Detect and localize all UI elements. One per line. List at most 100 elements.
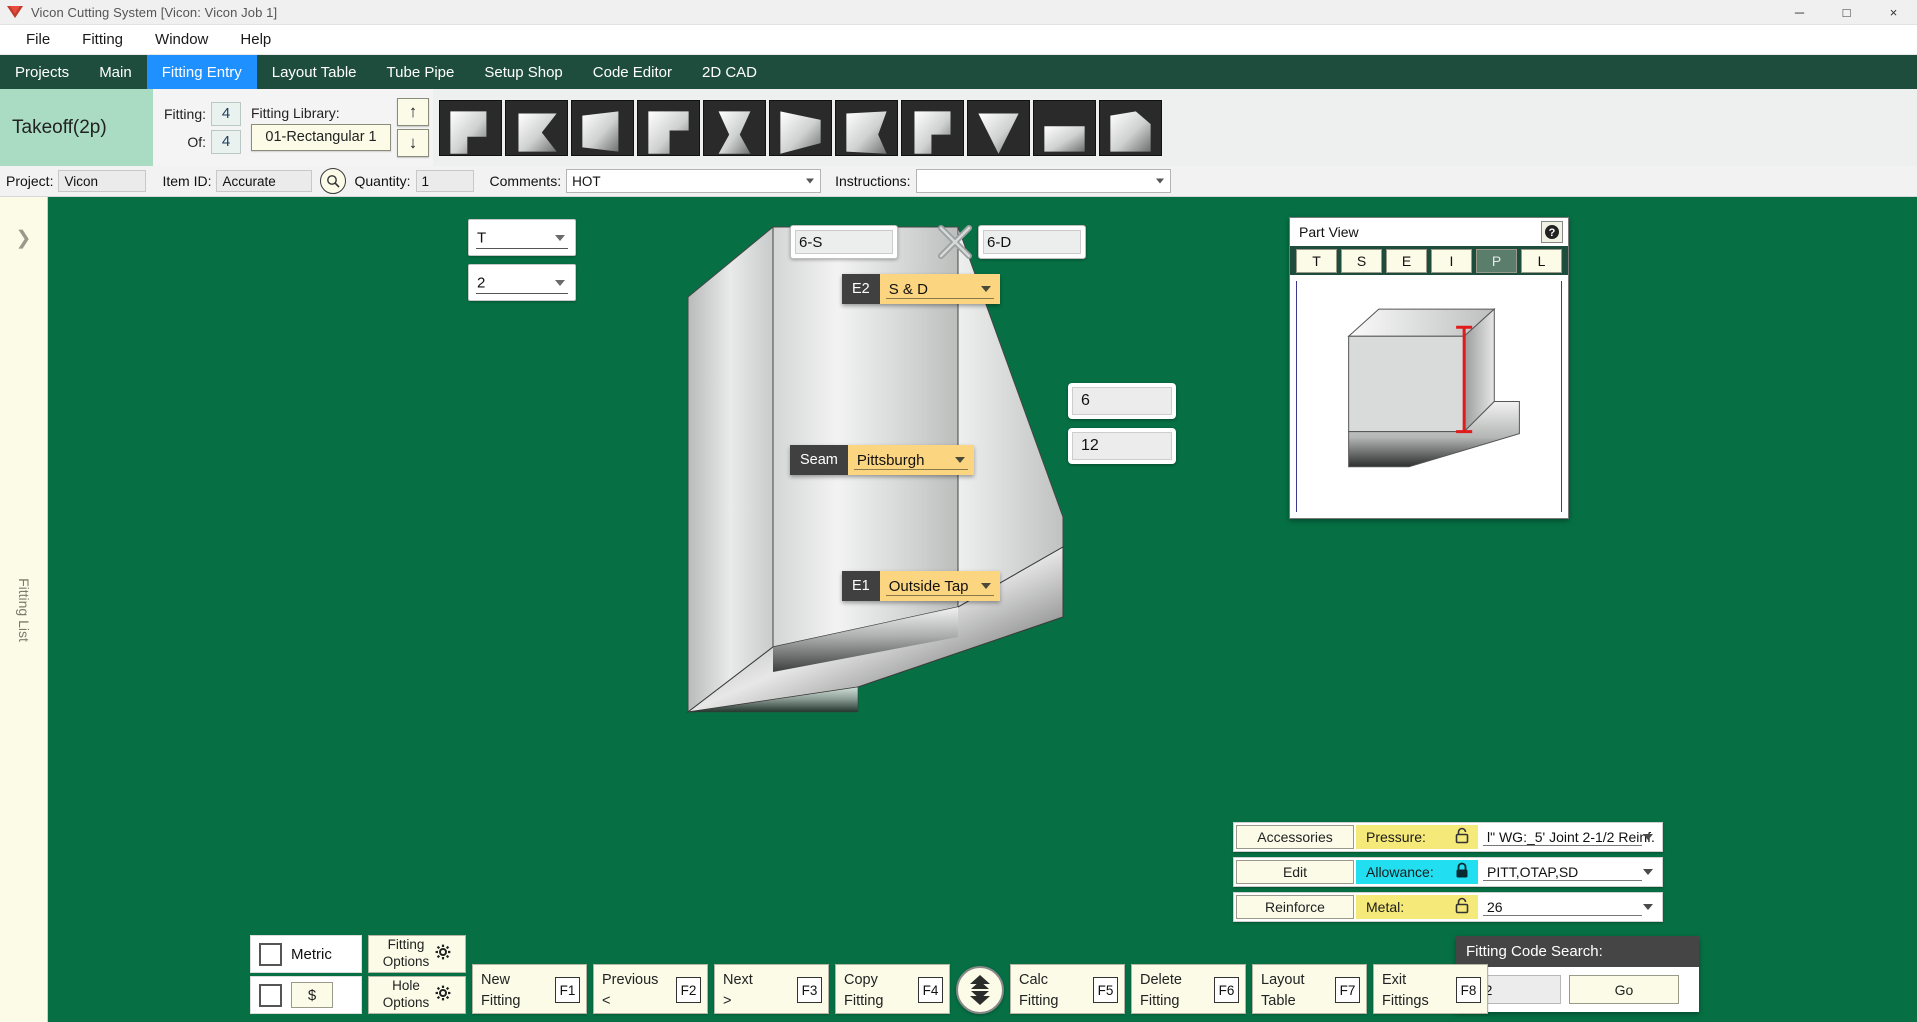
fitting-thumbnail-6[interactable] (769, 100, 832, 156)
lock-open-icon[interactable] (1455, 828, 1469, 847)
part-view-tab-i[interactable]: I (1431, 249, 1472, 273)
metric-checkbox[interactable] (259, 943, 282, 966)
nav-projects[interactable]: Projects (0, 55, 84, 89)
option-button-1[interactable]: Edit (1236, 860, 1354, 884)
fitting-thumbnail-9[interactable] (967, 100, 1030, 156)
nav-code-editor[interactable]: Code Editor (578, 55, 687, 89)
function-button-f5[interactable]: CalcFittingF5 (1010, 964, 1125, 1014)
part-view-tab-e[interactable]: E (1386, 249, 1427, 273)
fitting-thumbnail-7[interactable] (835, 100, 898, 156)
part-view-tab-t[interactable]: T (1296, 249, 1337, 273)
minimize-button[interactable]: ─ (1776, 0, 1823, 25)
fbtn-line1-6: Layout (1261, 972, 1305, 988)
dimension-a-field[interactable]: 6 (1068, 383, 1176, 419)
gear-icon[interactable] (435, 985, 451, 1006)
library-down-arrow-icon[interactable]: ↓ (397, 129, 429, 157)
fitting-of-value[interactable]: 4 (211, 130, 241, 154)
close-button[interactable]: × (1870, 0, 1917, 25)
fitting-library-value[interactable]: 01-Rectangular 1 (251, 124, 391, 151)
gear-icon[interactable] (435, 944, 451, 965)
nav-main[interactable]: Main (84, 55, 147, 89)
function-button-f3[interactable]: Next>F3 (714, 964, 829, 1014)
nav-fitting-entry[interactable]: Fitting Entry (147, 55, 257, 89)
hole-options-button[interactable]: Hole Options (368, 976, 466, 1014)
project-input[interactable]: Vicon (58, 170, 146, 192)
option-underline-1 (1483, 880, 1642, 881)
type-select[interactable]: T (468, 219, 576, 256)
e2-dropdown[interactable]: E2 S & D (842, 274, 1000, 304)
metric-checkbox-row[interactable]: Metric (250, 935, 362, 973)
gauge-select[interactable]: 2 (468, 264, 576, 301)
instructions-select[interactable] (916, 169, 1171, 193)
e1-dropdown[interactable]: E1 Outside Tap (842, 571, 1000, 601)
option-value-2[interactable]: 26 (1480, 893, 1662, 921)
e2-value[interactable]: S & D (880, 274, 1000, 304)
e2-value-text: S & D (889, 281, 928, 298)
nav-tube-pipe[interactable]: Tube Pipe (372, 55, 470, 89)
option-button-0[interactable]: Accessories (1236, 825, 1354, 849)
seam-dropdown[interactable]: Seam Pittsburgh (790, 445, 974, 475)
fitting-thumbnail-10[interactable] (1033, 100, 1096, 156)
expand-sidebar-chevron-icon[interactable]: ❯ (16, 227, 32, 250)
fitting-number-value[interactable]: 4 (211, 102, 241, 126)
fitting-thumbnail-4[interactable] (637, 100, 700, 156)
nav-layout-table[interactable]: Layout Table (257, 55, 372, 89)
type-select-underline (476, 248, 568, 249)
pan-navigate-icon[interactable] (956, 966, 1004, 1014)
seam-value[interactable]: Pittsburgh (848, 445, 974, 475)
metric-label: Metric (291, 946, 332, 963)
lock-closed-icon[interactable] (1455, 863, 1469, 882)
part-view-tab-l[interactable]: L (1521, 249, 1562, 273)
end-d-field[interactable]: 6-D (978, 225, 1086, 259)
fitting-thumbnail-8[interactable] (901, 100, 964, 156)
option-button-2[interactable]: Reinforce (1236, 895, 1354, 919)
option-key-2[interactable]: Metal: (1356, 895, 1478, 919)
currency-button[interactable]: $ (291, 982, 333, 1008)
menu-fitting[interactable]: Fitting (66, 27, 139, 52)
fitting-thumbnail-2[interactable] (505, 100, 568, 156)
menu-file[interactable]: File (10, 27, 66, 52)
function-button-f4[interactable]: CopyFittingF4 (835, 964, 950, 1014)
library-up-arrow-icon[interactable]: ↑ (397, 98, 429, 126)
currency-checkbox[interactable] (259, 984, 282, 1007)
function-button-f8[interactable]: ExitFittingsF8 (1373, 964, 1488, 1014)
part-view-tab-p[interactable]: P (1476, 249, 1517, 273)
fitting-thumbnail-3[interactable] (571, 100, 634, 156)
menu-window[interactable]: Window (139, 27, 224, 52)
option-key-0[interactable]: Pressure: (1356, 825, 1478, 849)
nav-2d-cad[interactable]: 2D CAD (687, 55, 772, 89)
sidebar-label: Fitting List (16, 578, 32, 642)
part-view-tab-s[interactable]: S (1341, 249, 1382, 273)
lock-open-icon[interactable] (1455, 898, 1469, 917)
fitting-code-search-go-button[interactable]: Go (1569, 975, 1679, 1004)
help-icon[interactable]: ? (1541, 221, 1563, 243)
function-buttons-left: NewFittingF1Previous<F2Next>F3CopyFittin… (472, 964, 950, 1014)
fitting-thumbnail-1[interactable] (439, 100, 502, 156)
chevron-down-icon (1643, 904, 1653, 910)
dimension-b-field[interactable]: 12 (1068, 428, 1176, 464)
e1-value[interactable]: Outside Tap (880, 571, 1000, 601)
function-button-f2[interactable]: Previous<F2 (593, 964, 708, 1014)
nav-setup-shop[interactable]: Setup Shop (469, 55, 577, 89)
option-value-0[interactable]: l" WG:_5' Joint 2-1/2 Reinf. (1480, 823, 1662, 851)
function-button-f7[interactable]: LayoutTableF7 (1252, 964, 1367, 1014)
search-icon[interactable] (320, 168, 346, 194)
fitting-thumbnail-5[interactable] (703, 100, 766, 156)
option-key-1[interactable]: Allowance: (1356, 860, 1478, 884)
fitting-list-sidebar[interactable]: ❯ Fitting List (0, 197, 48, 1022)
fitting-code-search-panel: Fitting Code Search: to2 Go (1456, 936, 1699, 1012)
comments-select[interactable]: HOT (566, 169, 821, 193)
part-view-canvas[interactable] (1296, 281, 1562, 512)
maximize-button[interactable]: □ (1823, 0, 1870, 25)
item-id-input[interactable]: Accurate (216, 170, 312, 192)
function-button-f6[interactable]: DeleteFittingF6 (1131, 964, 1246, 1014)
fitting-options-button[interactable]: Fitting Options (368, 935, 466, 973)
currency-checkbox-row[interactable]: $ (250, 976, 362, 1014)
menu-help[interactable]: Help (224, 27, 287, 52)
option-value-1[interactable]: PITT,OTAP,SD (1480, 858, 1662, 886)
fitting-thumbnail-11[interactable] (1099, 100, 1162, 156)
function-button-f1[interactable]: NewFittingF1 (472, 964, 587, 1014)
quantity-input[interactable]: 1 (416, 170, 474, 192)
end-s-field[interactable]: 6-S (790, 225, 898, 259)
drawing-canvas[interactable]: T 2 6-S 6-D 6 12 E2 S & D Se (48, 197, 1917, 1022)
